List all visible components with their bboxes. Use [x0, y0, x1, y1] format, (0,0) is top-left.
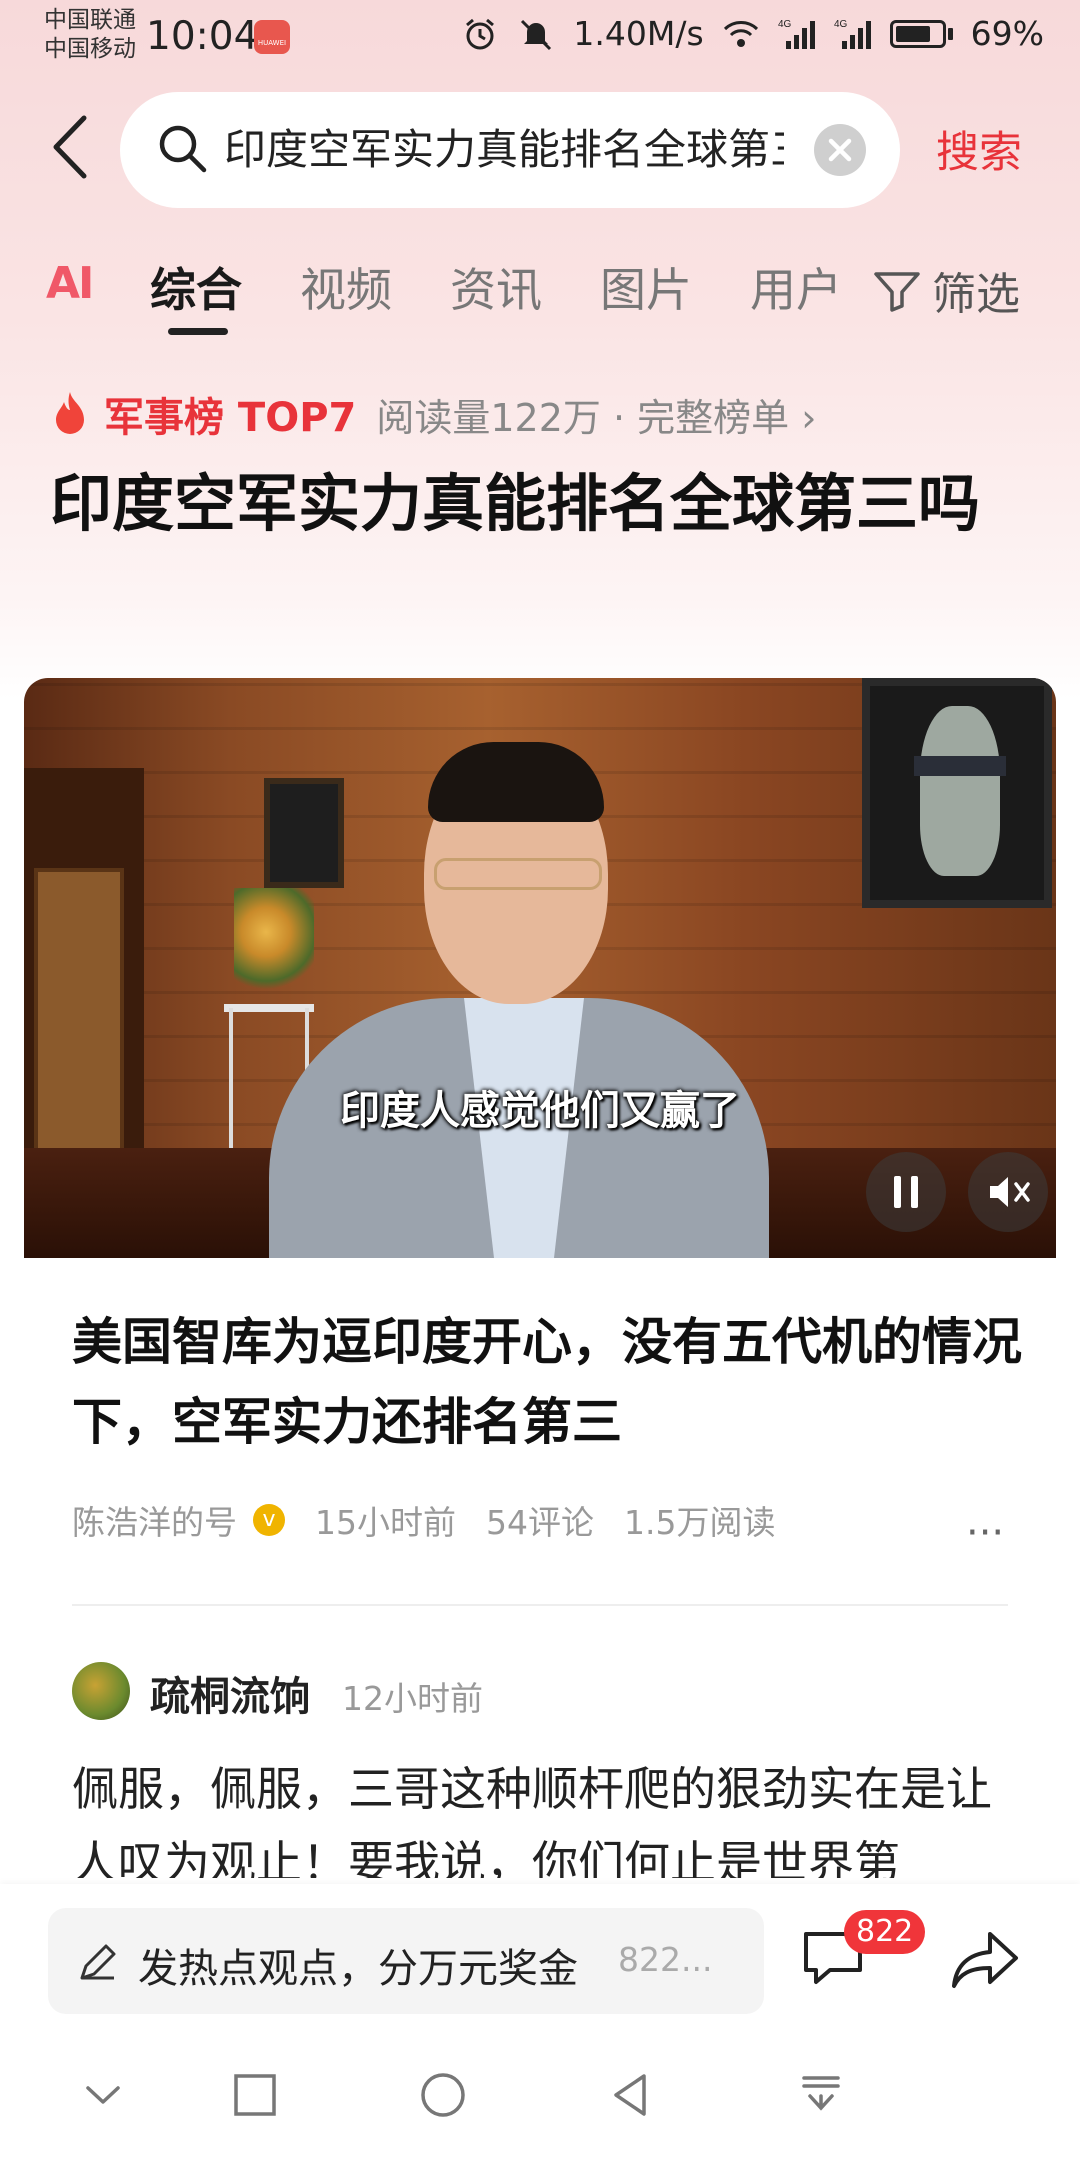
filter-button[interactable]: 筛选 — [872, 258, 1020, 322]
pen-icon — [80, 1944, 116, 1980]
search-box[interactable]: 印度空军实力真能排名全球第三吗 — [120, 92, 900, 208]
clear-search-icon[interactable] — [814, 124, 866, 176]
mute-bell-icon — [521, 19, 552, 50]
signal-2-label: 4G — [834, 19, 848, 30]
video-subtitle: 印度人感觉他们又赢了 — [340, 1088, 740, 1134]
tab-users[interactable]: 用户 — [750, 254, 842, 320]
article-comments: 54评论 — [486, 1503, 594, 1542]
video-flowers — [234, 888, 314, 998]
system-nav-bar — [0, 2034, 1080, 2160]
bottom-action-bar: 发热点观点，分万元奖金 822... 822 — [0, 1884, 1080, 2034]
comment-input-count: 822... — [618, 1940, 713, 1979]
divider — [72, 1604, 1008, 1606]
share-icon[interactable] — [950, 1928, 1020, 1992]
recent-apps-icon[interactable] — [230, 2070, 280, 2120]
fire-icon — [56, 392, 84, 434]
article-reads: 1.5万阅读 — [624, 1503, 776, 1542]
carrier-1: 中国联通 — [44, 7, 136, 33]
filter-label: 筛选 — [932, 269, 1020, 320]
verified-badge-icon: v — [253, 1504, 285, 1536]
signal-icon-2: 4G — [834, 19, 871, 49]
signal-icon-1: 4G — [778, 19, 815, 49]
article-meta: 陈浩洋的号 v 15小时前 54评论 1.5万阅读 — [72, 1496, 805, 1544]
search-icon — [159, 125, 207, 173]
battery-percent: 69% — [970, 14, 1044, 53]
status-bar: 中国联通 中国移动 10:04 HUAWEI 1.40M/s 4G 4G 69% — [0, 0, 1080, 80]
comment-text: 佩服，佩服，三哥这种顺杆爬的狠劲实在是让人叹为观止！要我说，你们何止是世界第 — [72, 1762, 992, 1878]
tab-news[interactable]: 资讯 — [450, 254, 542, 320]
tab-video[interactable]: 视频 — [300, 254, 392, 320]
video-player[interactable]: 印度人感觉他们又赢了 — [24, 678, 1056, 1258]
tab-comprehensive[interactable]: 综合 — [150, 254, 242, 320]
comment-count-badge: 822 — [844, 1910, 926, 1954]
tab-ai[interactable]: AI — [46, 258, 94, 309]
battery-icon — [889, 19, 953, 48]
comment-time: 12小时前 — [342, 1679, 483, 1718]
page-title: 印度空军实力真能排名全球第三吗 — [50, 467, 981, 540]
ranking-meta: 阅读量122万 · 完整榜单 › — [376, 395, 817, 440]
home-icon[interactable] — [418, 2070, 468, 2120]
status-time: 10:04 — [146, 14, 259, 59]
video-small-painting — [264, 778, 344, 888]
carrier-labels: 中国联通 中国移动 — [44, 6, 136, 64]
nav-back-icon[interactable] — [606, 2070, 656, 2120]
video-vase-painting — [862, 678, 1052, 908]
chevron-down-icon[interactable] — [78, 2070, 128, 2120]
comment-username[interactable]: 疏桐流饷 — [150, 1664, 310, 1722]
mute-button[interactable] — [968, 1152, 1048, 1232]
more-options-icon[interactable]: ··· — [966, 1510, 1004, 1556]
search-tabs: AI 综合 视频 资讯 图片 用户 筛选 — [0, 250, 1080, 340]
wifi-icon — [723, 20, 758, 47]
article-time: 15小时前 — [315, 1503, 456, 1542]
alarm-icon — [466, 18, 495, 49]
tab-images[interactable]: 图片 — [600, 254, 692, 320]
net-speed: 1.40M/s — [573, 14, 704, 53]
video-person-hair — [428, 742, 604, 822]
comment-input-placeholder: 发热点观点，分万元奖金 — [138, 1946, 578, 1992]
article-author[interactable]: 陈浩洋的号 — [72, 1496, 237, 1544]
volume-muted-icon — [990, 1177, 1030, 1207]
back-arrow-icon[interactable] — [48, 112, 96, 182]
signal-1-label: 4G — [778, 19, 792, 30]
video-person-glasses — [434, 858, 602, 890]
search-button[interactable]: 搜索 — [936, 118, 1022, 180]
carrier-2: 中国移动 — [44, 36, 136, 62]
pause-icon — [894, 1176, 918, 1208]
pause-button[interactable] — [866, 1152, 946, 1232]
huawei-app-icon: HUAWEI — [254, 20, 290, 54]
filter-icon — [874, 272, 920, 312]
ranking-link[interactable]: 军事榜 TOP7 阅读量122万 · 完整榜单 › — [50, 384, 816, 444]
avatar[interactable] — [72, 1662, 130, 1720]
article-title[interactable]: 美国智库为逗印度开心，没有五代机的情况下，空军实力还排名第三 — [72, 1302, 1022, 1462]
comment-input[interactable]: 发热点观点，分万元奖金 822... — [48, 1908, 764, 2014]
ranking-label: 军事榜 TOP7 — [104, 395, 357, 441]
status-icons: 1.40M/s 4G 4G 69% — [461, 14, 1044, 53]
active-tab-indicator — [168, 328, 228, 335]
notification-pull-icon[interactable] — [796, 2070, 846, 2120]
search-input[interactable]: 印度空军实力真能排名全球第三吗 — [224, 122, 784, 178]
